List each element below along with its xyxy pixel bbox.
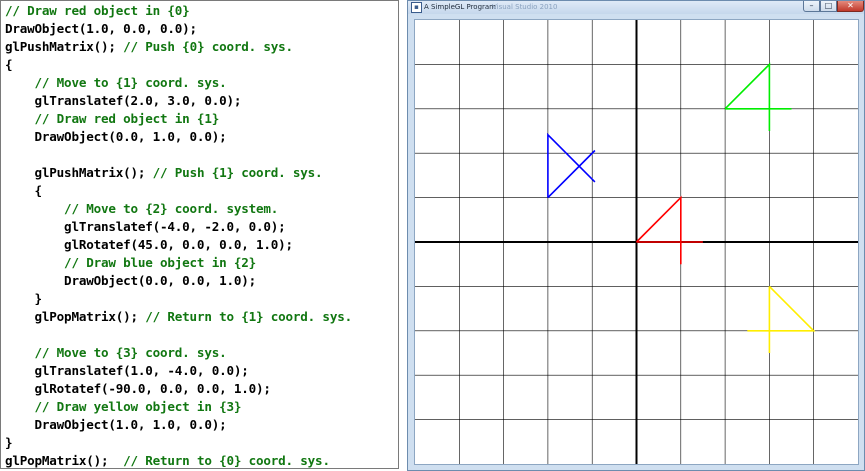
code-comment: // Push {0} coord. sys. (123, 39, 293, 54)
opengl-canvas[interactable] (414, 19, 859, 465)
code-line: // Draw red object in {1} (5, 110, 220, 128)
code-comment: // Move to {2} coord. system. (5, 201, 279, 216)
code-statement: glTranslatef(2.0, 3.0, 0.0); (5, 93, 242, 108)
code-line: { (5, 182, 43, 200)
code-statement: glRotatef(-90.0, 0.0, 0.0, 1.0); (5, 381, 271, 396)
code-comment: // Return to {1} coord. sys. (145, 309, 352, 324)
maximize-button[interactable]: □ (820, 1, 837, 12)
code-comment: // Move to {3} coord. sys. (5, 345, 227, 360)
code-statement: DrawObject(0.0, 0.0, 1.0); (5, 273, 256, 288)
code-line: glTranslatef(1.0, -4.0, 0.0); (5, 362, 249, 380)
code-line: glPushMatrix(); // Push {1} coord. sys. (5, 164, 323, 182)
code-comment: // Draw yellow object in {3} (5, 399, 242, 414)
code-statement: { (5, 183, 43, 198)
code-line: } (5, 290, 43, 308)
code-comment: // Draw red object in {0} (5, 3, 190, 18)
code-comment: // Return to {0} coord. sys. (123, 453, 330, 468)
code-line: DrawObject(0.0, 0.0, 1.0); (5, 272, 256, 290)
red-object (635, 195, 682, 265)
code-line: // Draw red object in {0} (5, 2, 190, 20)
code-line: // Move to {3} coord. sys. (5, 344, 227, 362)
code-statement: glPopMatrix(); (5, 309, 146, 324)
code-statement: glTranslatef(-4.0, -2.0, 0.0); (5, 219, 286, 234)
green-object (724, 62, 771, 131)
code-line: // Move to {2} coord. system. (5, 200, 278, 218)
window-titlebar[interactable]: ▪ A SimpleGL Program Visual Studio 2010 … (408, 1, 864, 14)
code-statement: DrawObject(0.0, 1.0, 0.0); (5, 129, 227, 144)
code-line: glTranslatef(2.0, 3.0, 0.0); (5, 92, 242, 110)
minimize-button[interactable]: – (803, 1, 820, 12)
app-icon: ▪ (411, 2, 422, 13)
code-line: // Draw blue object in {2} (5, 254, 256, 272)
code-statement: } (5, 435, 13, 450)
code-comment: // Push {1} coord. sys. (152, 165, 323, 180)
code-line: glRotatef(-90.0, 0.0, 0.0, 1.0); (5, 380, 271, 398)
code-statement: glPushMatrix(); (5, 39, 124, 54)
code-statement: glPopMatrix(); (5, 453, 124, 468)
code-line: glPopMatrix(); // Return to {1} coord. s… (5, 308, 353, 326)
yellow-object (747, 285, 816, 332)
window-subtitle: Visual Studio 2010 (492, 3, 558, 11)
code-line: glPushMatrix(); // Push {0} coord. sys. (5, 38, 293, 56)
code-statement: { (5, 57, 13, 72)
code-line: { (5, 56, 13, 74)
code-line: DrawObject(1.0, 0.0, 0.0); (5, 20, 197, 38)
code-line: DrawObject(1.0, 1.0, 0.0); (5, 416, 227, 434)
window-title: A SimpleGL Program (424, 3, 496, 11)
code-statement: DrawObject(1.0, 1.0, 0.0); (5, 417, 227, 432)
code-statement: glRotatef(45.0, 0.0, 0.0, 1.0); (5, 237, 293, 252)
code-line: } (5, 434, 13, 452)
code-line: DrawObject(0.0, 1.0, 0.0); (5, 128, 227, 146)
code-statement: glTranslatef(1.0, -4.0, 0.0); (5, 363, 249, 378)
opengl-scene (415, 20, 858, 464)
code-line: glRotatef(45.0, 0.0, 0.0, 1.0); (5, 236, 293, 254)
code-line: glTranslatef(-4.0, -2.0, 0.0); (5, 218, 286, 236)
blue-object (547, 132, 596, 198)
code-comment: // Draw blue object in {2} (5, 255, 256, 270)
simplegl-window: ▪ A SimpleGL Program Visual Studio 2010 … (407, 0, 865, 471)
close-button[interactable]: ✕ (837, 1, 864, 12)
code-listing-panel: // Draw red object in {0} DrawObject(1.0,… (0, 0, 399, 469)
code-line: // Move to {1} coord. sys. (5, 74, 227, 92)
code-statement: glPushMatrix(); (5, 165, 153, 180)
code-line: glPopMatrix(); // Return to {0} coord. s… (5, 452, 330, 468)
code-line: // Draw yellow object in {3} (5, 398, 242, 416)
code-comment: // Move to {1} coord. sys. (5, 75, 227, 90)
code-comment: // Draw red object in {1} (5, 111, 220, 126)
code-statement: DrawObject(1.0, 0.0, 0.0); (5, 21, 197, 36)
code-statement: } (5, 291, 43, 306)
